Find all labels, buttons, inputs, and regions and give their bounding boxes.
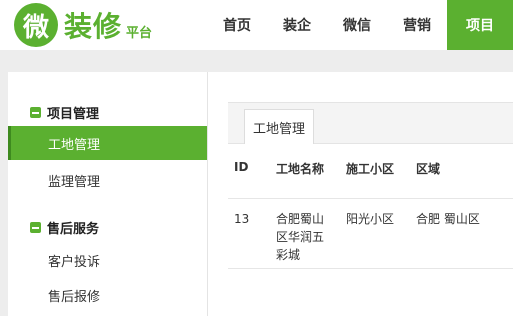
- nav-item-marketing[interactable]: 营销: [387, 0, 447, 50]
- cell-site-name: 合肥蜀山区华润五彩城: [276, 212, 325, 262]
- sidebar-item-site-management[interactable]: 工地管理: [8, 126, 207, 160]
- collapse-icon: [30, 221, 41, 233]
- tab-bar: 工地管理: [228, 102, 513, 144]
- sidebar-group-label: 项目管理: [47, 106, 100, 122]
- sidebar-item-label: 工地管理: [48, 137, 101, 153]
- nav-item-home[interactable]: 首页: [207, 0, 267, 50]
- logo-sub: 平台: [126, 25, 153, 41]
- sidebar-item-label: 售后报修: [48, 289, 101, 305]
- cell-area: 合肥 蜀山区: [416, 212, 480, 226]
- main-nav: 首页 装企 微信 营销 项目: [207, 0, 513, 50]
- header-divider: [228, 198, 513, 199]
- cell-id: 13: [234, 212, 250, 226]
- nav-item-companies[interactable]: 装企: [267, 0, 327, 50]
- sidebar-item-complaints[interactable]: 客户投诉: [8, 243, 207, 277]
- cell-community: 阳光小区: [346, 212, 395, 226]
- sidebar: 项目管理 工地管理 监理管理 售后服务 客户投诉 售后报修: [8, 72, 208, 316]
- sidebar-item-supervision[interactable]: 监理管理: [8, 163, 207, 197]
- main-content: 工地管理 ID 工地名称 施工小区 区域 13 合肥蜀山区华润五彩城 阳光小区 …: [208, 72, 513, 316]
- sidebar-group-label: 售后服务: [47, 221, 100, 237]
- row-divider: [228, 268, 513, 269]
- sidebar-item-label: 监理管理: [48, 174, 101, 190]
- logo-badge: 微: [14, 3, 58, 47]
- sidebar-group-project[interactable]: 项目管理: [30, 102, 99, 122]
- sidebar-item-repairs[interactable]: 售后报修: [8, 278, 207, 312]
- sidebar-group-after-sales[interactable]: 售后服务: [30, 217, 99, 237]
- nav-item-wechat[interactable]: 微信: [327, 0, 387, 50]
- sidebar-item-label: 客户投诉: [48, 254, 101, 270]
- nav-item-projects[interactable]: 项目: [447, 0, 513, 50]
- tab-site-management[interactable]: 工地管理: [244, 109, 315, 144]
- logo-name: 装修: [64, 10, 123, 43]
- column-header-id[interactable]: ID: [234, 160, 248, 174]
- top-header: 微 装修 平台 首页 装企 微信 营销 项目: [0, 0, 513, 50]
- collapse-icon: [30, 106, 41, 118]
- column-header-area[interactable]: 区域: [416, 160, 440, 177]
- column-header-name[interactable]: 工地名称: [276, 160, 324, 177]
- column-header-community[interactable]: 施工小区: [346, 160, 394, 177]
- brand-logo[interactable]: 微 装修 平台: [14, 2, 152, 48]
